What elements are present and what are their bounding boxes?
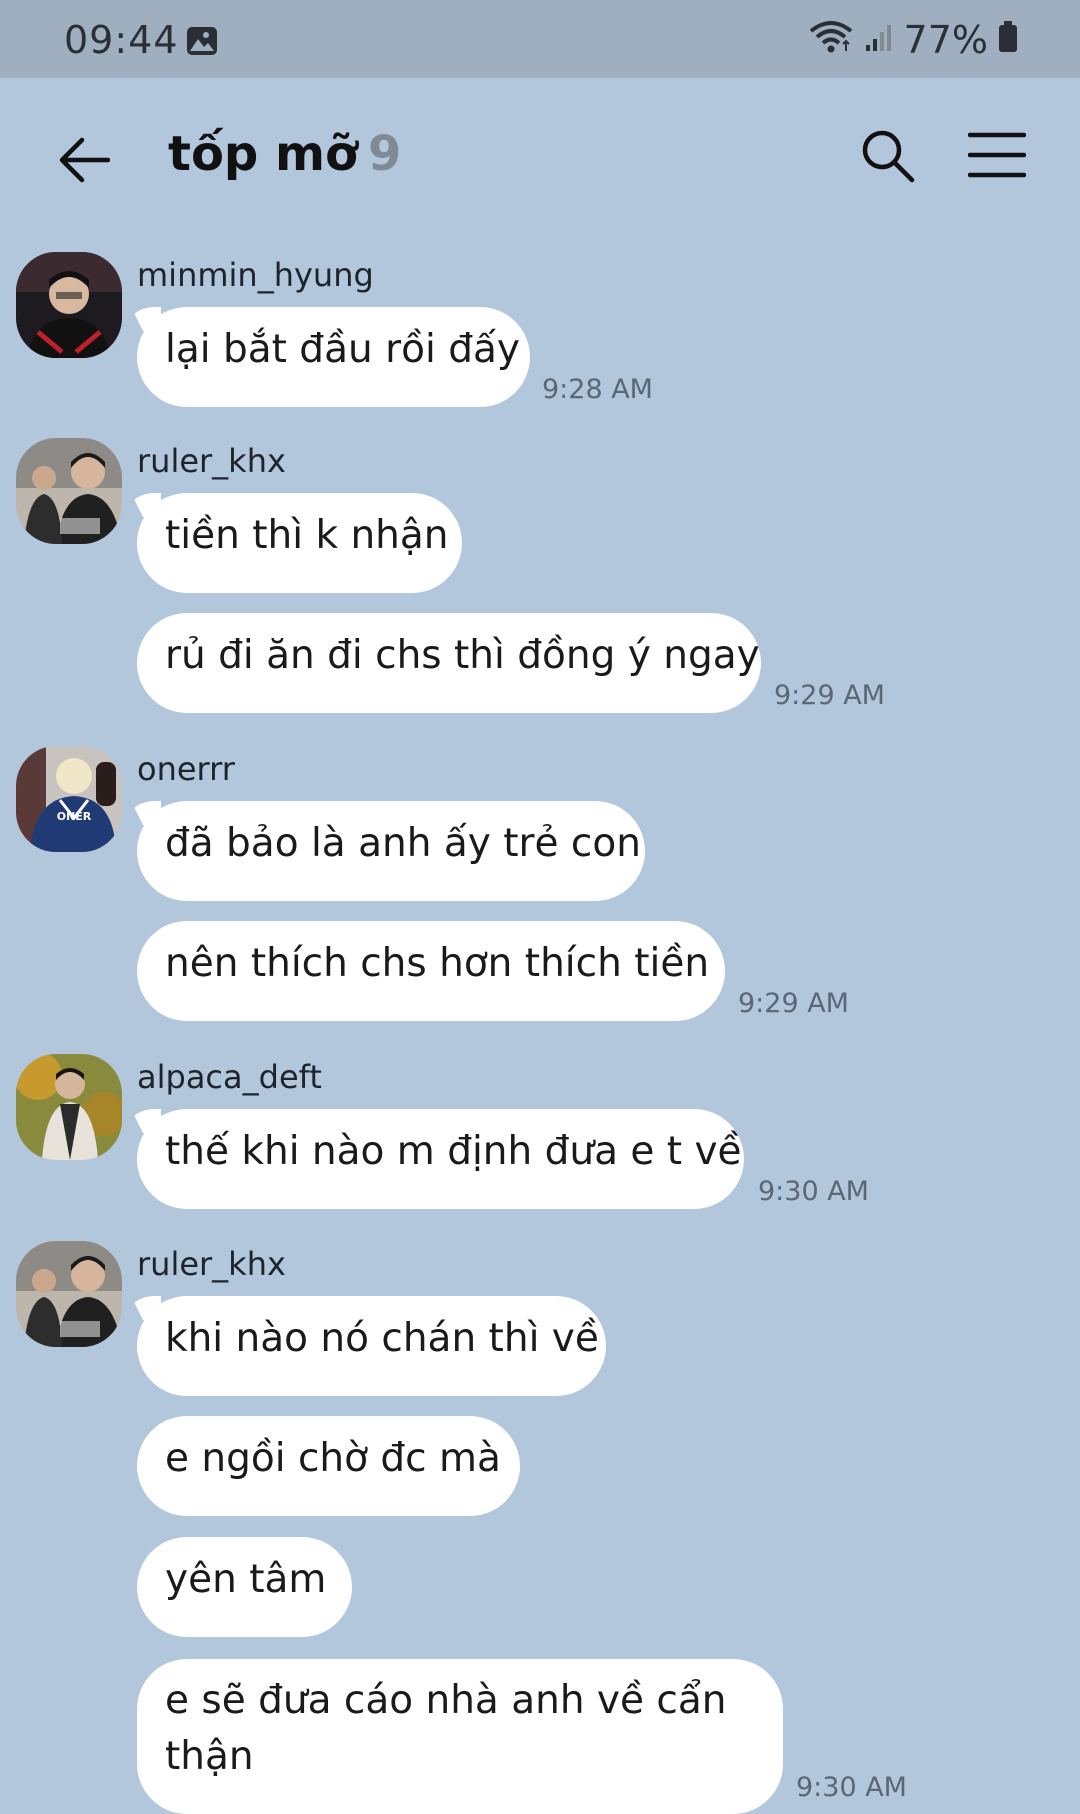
wifi-icon xyxy=(808,18,854,62)
sender-name: alpaca_deft xyxy=(137,1058,322,1096)
sender-name: ruler_khx xyxy=(137,442,286,480)
message-bubble[interactable]: yên tâm xyxy=(137,1537,352,1637)
sender-name: minmin_hyung xyxy=(137,256,374,294)
search-icon xyxy=(862,130,915,183)
avatar-alpaca-deft[interactable] xyxy=(16,1054,122,1160)
status-icons: 77% xyxy=(808,18,1018,62)
status-time: 09:44 xyxy=(64,18,179,62)
image-icon xyxy=(186,26,218,60)
message-bubble[interactable]: rủ đi ăn đi chs thì đồng ý ngay xyxy=(137,613,761,713)
message-time: 9:28 AM xyxy=(542,374,653,405)
avatar-minmin-hyung[interactable] xyxy=(16,252,122,358)
sender-name: ruler_khx xyxy=(137,1245,286,1283)
message-time: 9:30 AM xyxy=(758,1176,869,1207)
message-bubble[interactable]: đã bảo là anh ấy trẻ con xyxy=(137,801,645,901)
back-button[interactable] xyxy=(52,128,116,192)
message-time: 9:30 AM xyxy=(796,1772,907,1803)
signal-icon xyxy=(864,18,894,62)
menu-button[interactable] xyxy=(967,130,1032,190)
message-time: 9:29 AM xyxy=(774,680,885,711)
battery-text: 77% xyxy=(903,18,988,62)
message-bubble[interactable]: nên thích chs hơn thích tiền xyxy=(137,921,725,1021)
battery-icon xyxy=(998,18,1018,62)
chat-name: tốp mỡ xyxy=(168,126,358,182)
sender-name: onerrr xyxy=(137,750,235,788)
message-bubble[interactable]: e sẽ đưa cáo nhà anh về cẩn thận xyxy=(137,1659,783,1814)
chat-title: tốp mỡ 9 xyxy=(168,126,401,182)
avatar-ruler-khx[interactable] xyxy=(16,1241,122,1347)
status-bar: 09:44 77% xyxy=(0,0,1080,78)
message-bubble[interactable]: tiền thì k nhận xyxy=(137,493,462,593)
avatar-onerrr[interactable]: ONER xyxy=(16,746,122,852)
message-bubble[interactable]: lại bắt đầu rồi đấy xyxy=(137,307,530,407)
message-time: 9:29 AM xyxy=(738,988,849,1019)
back-arrow-icon xyxy=(59,137,110,183)
message-bubble[interactable]: thế khi nào m định đưa e t về xyxy=(137,1109,744,1209)
menu-icon xyxy=(967,132,1027,178)
jersey-text: ONER xyxy=(57,810,92,823)
message-bubble[interactable]: e ngồi chờ đc mà xyxy=(137,1416,520,1516)
avatar-ruler-khx[interactable] xyxy=(16,438,122,544)
member-count: 9 xyxy=(367,126,402,182)
search-button[interactable] xyxy=(860,128,924,192)
chat-header: tốp mỡ 9 xyxy=(0,78,1080,234)
message-bubble[interactable]: khi nào nó chán thì về xyxy=(137,1296,606,1396)
